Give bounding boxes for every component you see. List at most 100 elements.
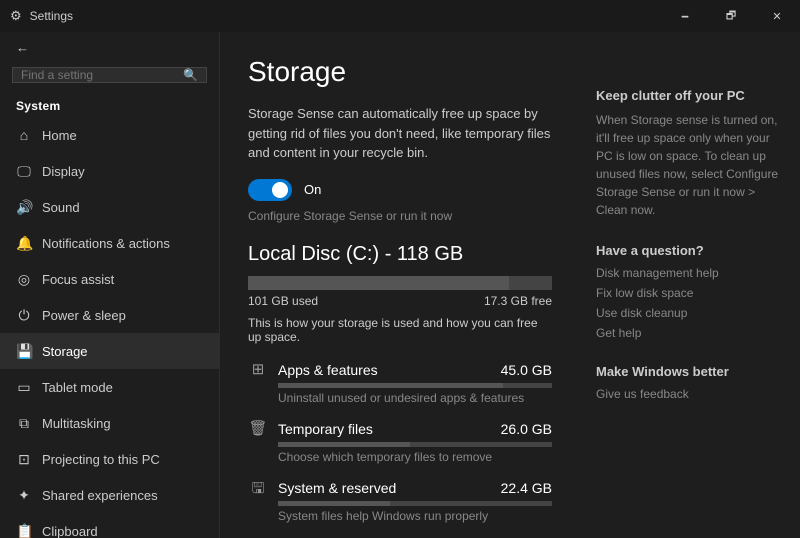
temp-bar-bg [278,442,552,447]
temp-name: Temporary files [278,421,491,437]
apps-icon: ⊞ [248,360,268,380]
titlebar: ⚙ Settings 🗕 🗗 ✕ [0,0,800,32]
notifications-icon: 🔔 [16,235,32,252]
sidebar-item-label: Multitasking [42,416,111,431]
sidebar-items: ⌂ Home 🖵 Display 🔊 Sound 🔔 Notifications… [0,117,219,538]
question-link[interactable]: Use disk cleanup [596,306,780,320]
disc-used-label: 101 GB used [248,294,318,308]
keep-clutter-title: Keep clutter off your PC [596,88,780,103]
question-link[interactable]: Disk management help [596,266,780,280]
restore-button[interactable]: 🗗 [708,0,754,32]
system-desc: System files help Windows run properly [278,509,552,523]
sidebar-item-label: Notifications & actions [42,236,170,251]
sidebar-item-power[interactable]: ⏻ Power & sleep [0,297,219,333]
sidebar: ← 🔍 System ⌂ Home 🖵 Display 🔊 Sound 🔔 No… [0,0,220,538]
temp-icon: 🗑 [248,419,268,439]
page-title: Storage [248,56,552,88]
apps-bar-fill [278,383,503,388]
temp-bar-fill [278,442,410,447]
sidebar-item-projecting[interactable]: ⊡ Projecting to this PC [0,441,219,477]
system-bar-wrap [278,501,552,506]
sidebar-item-label: Clipboard [42,524,98,538]
sidebar-item-tablet[interactable]: ▭ Tablet mode [0,369,219,405]
sidebar-item-sound[interactable]: 🔊 Sound [0,189,219,225]
system-name: System & reserved [278,480,491,496]
question-link[interactable]: Fix low disk space [596,286,780,300]
settings-icon: ⚙ [10,8,22,24]
temp-size: 26.0 GB [501,421,552,437]
apps-bar-bg [278,383,552,388]
storage-sense-toggle[interactable] [248,179,292,201]
clipboard-icon: 📋 [16,523,32,538]
sidebar-item-home[interactable]: ⌂ Home [0,117,219,153]
toggle-knob [272,182,288,198]
home-icon: ⌂ [16,127,32,143]
sidebar-item-multitasking[interactable]: ⧉ Multitasking [0,405,219,441]
disc-bar-labels: 101 GB used 17.3 GB free [248,294,552,308]
search-input[interactable] [21,68,183,82]
sidebar-item-shared[interactable]: ✦ Shared experiences [0,477,219,513]
tablet-icon: ▭ [16,379,32,396]
windows-better-title: Make Windows better [596,364,780,379]
sidebar-item-label: Focus assist [42,272,114,287]
multitasking-icon: ⧉ [16,415,32,432]
minimize-button[interactable]: 🗕 [662,0,708,32]
sidebar-item-label: Storage [42,344,88,359]
storage-item-system[interactable]: 🖫 System & reserved 22.4 GB System files… [248,478,552,523]
search-icon: 🔍 [183,68,198,82]
configure-link[interactable]: Configure Storage Sense or run it now [248,209,552,223]
apps-name: Apps & features [278,362,491,378]
sidebar-item-focus[interactable]: ◎ Focus assist [0,261,219,297]
question-section: Have a question? Disk management helpFix… [596,243,780,340]
question-link[interactable]: Get help [596,326,780,340]
apps-desc: Uninstall unused or undesired apps & fea… [278,391,552,405]
disc-title: Local Disc (C:) - 118 GB [248,243,552,266]
storage-item-temp[interactable]: 🗑 Temporary files 26.0 GB Choose which t… [248,419,552,464]
back-button[interactable]: ← [0,32,219,63]
system-bar-bg [278,501,552,506]
sound-icon: 🔊 [16,199,32,216]
sidebar-item-label: Tablet mode [42,380,113,395]
temp-desc: Choose which temporary files to remove [278,450,552,464]
sidebar-item-label: Shared experiences [42,488,158,503]
sidebar-item-label: Home [42,128,77,143]
disc-free-label: 17.3 GB free [484,294,552,308]
search-box[interactable]: 🔍 [12,67,207,83]
sidebar-item-label: Sound [42,200,80,215]
storage-icon: 💾 [16,343,32,360]
shared-icon: ✦ [16,487,32,504]
titlebar-title: Settings [30,9,73,23]
temp-bar-wrap [278,442,552,447]
question-links: Disk management help Fix low disk space Us… [596,266,780,340]
titlebar-controls: 🗕 🗗 ✕ [662,0,800,32]
display-icon: 🖵 [16,163,32,180]
system-icon: 🖫 [248,478,268,498]
toggle-label: On [304,182,321,197]
disc-help-text: This is how your storage is used and how… [248,316,552,344]
keep-clutter-body: When Storage sense is turned on, it'll f… [596,111,780,219]
sidebar-item-display[interactable]: 🖵 Display [0,153,219,189]
sidebar-item-clipboard[interactable]: 📋 Clipboard [0,513,219,538]
storage-item-apps[interactable]: ⊞ Apps & features 45.0 GB Uninstall unus… [248,360,552,405]
right-panel: Keep clutter off your PC When Storage se… [580,32,800,538]
power-icon: ⏻ [16,307,32,324]
storage-items-list: ⊞ Apps & features 45.0 GB Uninstall unus… [248,360,552,538]
storage-sense-description: Storage Sense can automatically free up … [248,104,552,163]
disc-bar-container [248,276,552,290]
feedback-link[interactable]: Give us feedback [596,387,780,401]
sidebar-item-label: Projecting to this PC [42,452,160,467]
main-area: Storage Storage Sense can automatically … [220,0,800,538]
sidebar-item-storage[interactable]: 💾 Storage [0,333,219,369]
sidebar-item-label: Display [42,164,85,179]
toggle-row: On [248,179,552,201]
sidebar-item-notifications[interactable]: 🔔 Notifications & actions [0,225,219,261]
sidebar-item-label: Power & sleep [42,308,126,323]
disc-bar-used [248,276,509,290]
windows-better-section: Make Windows better Give us feedback [596,364,780,401]
apps-bar-wrap [278,383,552,388]
projecting-icon: ⊡ [16,451,32,468]
system-bar-fill [278,501,390,506]
close-button[interactable]: ✕ [754,0,800,32]
back-icon: ← [16,40,29,55]
disc-bar-bg [248,276,552,290]
